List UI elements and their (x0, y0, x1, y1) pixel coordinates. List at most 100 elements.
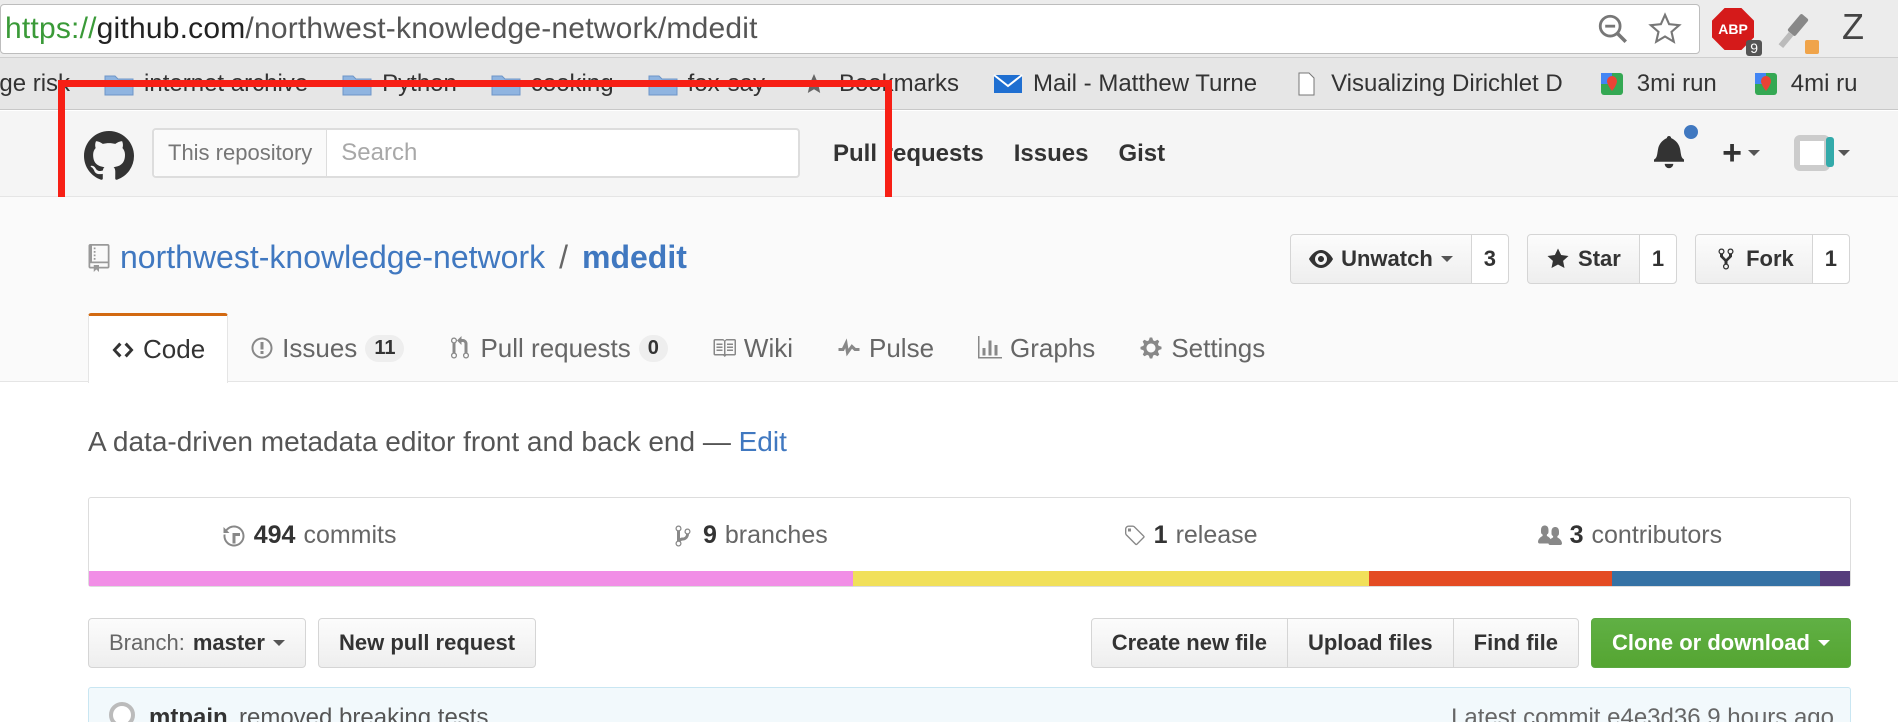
tab-settings[interactable]: Settings (1117, 313, 1287, 383)
branches-link[interactable]: 9 branches (529, 521, 969, 550)
language-bar-segment[interactable] (1820, 571, 1850, 586)
language-bar-segment[interactable] (853, 571, 1370, 586)
bookmark-folder[interactable]: internet archive (104, 70, 308, 98)
tab-code[interactable]: Code (88, 313, 229, 383)
bookmark-label: Visualizing Dirichlet D (1331, 69, 1563, 97)
folder-icon (648, 75, 678, 95)
search-box: This repository (152, 128, 800, 178)
bookmark-label: 4mi ru (1790, 69, 1858, 97)
bookmark-folder[interactable]: cooking (491, 70, 614, 98)
url-bar[interactable]: https://github.com/northwest-knowledge-n… (0, 4, 1700, 54)
commits-label: commits (303, 521, 397, 549)
bookmark-label: Bookmarks (838, 69, 959, 97)
chevron-down-icon (1748, 150, 1760, 156)
contributors-link[interactable]: 3 contributors (1410, 521, 1850, 550)
eye-icon (1309, 250, 1334, 268)
clone-or-download-button[interactable]: Clone or download (1591, 618, 1851, 668)
repo-owner-link[interactable]: northwest-knowledge-network (120, 239, 545, 276)
bookmark-item[interactable]: Mail - Matthew Turne (993, 70, 1257, 98)
star-button[interactable]: Star (1528, 235, 1640, 283)
nav-gist[interactable]: Gist (1118, 140, 1165, 168)
code-icon (112, 342, 134, 357)
commit-message-link[interactable]: removed breaking tests (239, 704, 488, 722)
book-icon (713, 339, 736, 357)
url-host: github.com (96, 12, 246, 45)
language-bar-segment[interactable] (1612, 571, 1821, 586)
file-navigation: Branch: master New pull request Create n… (88, 618, 1851, 668)
commits-link[interactable]: 494 commits (89, 521, 529, 550)
upload-files-button[interactable]: Upload files (1286, 618, 1454, 668)
repo-header: northwest-knowledge-network / mdedit Unw… (0, 197, 1898, 383)
star-label: Star (1578, 246, 1621, 271)
create-new-menu[interactable]: + (1722, 134, 1760, 173)
language-bar[interactable] (89, 571, 1850, 586)
adblock-count: 9 (1746, 40, 1762, 56)
mail-icon (993, 73, 1023, 93)
unwatch-button[interactable]: Unwatch (1291, 235, 1472, 283)
eyedropper-extension-icon[interactable] (1775, 8, 1823, 56)
notifications-bell-icon[interactable] (1654, 123, 1701, 173)
issues-counter: 11 (365, 334, 405, 362)
releases-link[interactable]: 1 release (970, 521, 1410, 550)
repo-description: A data-driven metadata editor front and … (88, 426, 787, 458)
adblock-extension-icon[interactable]: ABP 9 (1712, 8, 1762, 56)
gear-icon (1140, 337, 1162, 359)
bookmark-folder[interactable]: fox-say (648, 70, 765, 98)
folder-icon (491, 75, 521, 95)
commit-author-link[interactable]: mtpain (149, 704, 228, 722)
folder-icon (342, 75, 372, 95)
language-bar-segment[interactable] (1369, 571, 1613, 586)
pulse-icon (838, 338, 860, 357)
bookmark-item[interactable]: nge risk (0, 70, 70, 98)
maps-icon (1600, 72, 1623, 95)
tab-issues[interactable]: Issues 11 (228, 313, 426, 383)
issue-icon (251, 337, 273, 359)
history-icon (223, 525, 245, 546)
search-input[interactable] (327, 130, 798, 176)
github-header: This repository Pull requests Issues Gis… (0, 111, 1898, 197)
branch-prefix: Branch: (109, 630, 185, 655)
edit-description-link[interactable]: Edit (739, 426, 787, 457)
user-menu[interactable] (1794, 135, 1850, 171)
browser-toolbar: https://github.com/northwest-knowledge-n… (0, 0, 1898, 58)
clone-label: Clone or download (1612, 630, 1810, 655)
stargazers-count[interactable]: 1 (1639, 235, 1677, 283)
tab-graphs[interactable]: Graphs (956, 313, 1117, 383)
create-new-file-button[interactable]: Create new file (1090, 618, 1288, 668)
zoom-out-icon[interactable] (1596, 12, 1630, 46)
fork-button[interactable]: Fork (1696, 235, 1813, 283)
bookmark-label: nge risk (0, 69, 71, 97)
tab-label: Issues (282, 332, 358, 363)
tab-pull-requests[interactable]: Pull requests 0 (426, 313, 689, 383)
folder-icon (104, 75, 134, 95)
bookmark-item[interactable]: Visualizing Dirichlet D (1291, 70, 1563, 98)
branch-icon (675, 525, 691, 546)
bookmark-item[interactable]: 4mi ru (1751, 69, 1858, 98)
repo-name-link[interactable]: mdedit (582, 239, 687, 276)
bookmark-item[interactable]: Bookmarks (799, 70, 959, 98)
bookmark-folder[interactable]: Python (342, 70, 457, 98)
nav-issues[interactable]: Issues (1014, 140, 1089, 168)
nav-pull-requests[interactable]: Pull requests (833, 140, 984, 168)
header-nav: Pull requests Issues Gist (833, 140, 1165, 168)
branch-name: master (192, 630, 265, 655)
bookmark-item[interactable]: 3mi run (1597, 70, 1717, 98)
new-pull-request-button[interactable]: New pull request (317, 618, 537, 668)
branch-select-button[interactable]: Branch: master (88, 618, 306, 668)
watchers-count[interactable]: 3 (1471, 235, 1509, 283)
forks-count[interactable]: 1 (1812, 235, 1849, 283)
tab-wiki[interactable]: Wiki (690, 313, 815, 383)
star-icon (803, 73, 824, 93)
fork-button-group: Fork 1 (1695, 234, 1850, 284)
bookmark-label: fox-say (687, 69, 765, 97)
z-extension-icon[interactable]: Z (1842, 6, 1864, 48)
github-logo-icon[interactable] (84, 131, 134, 181)
watch-button-group: Unwatch 3 (1290, 234, 1510, 284)
repo-title: northwest-knowledge-network / mdedit (88, 239, 687, 276)
tab-pulse[interactable]: Pulse (815, 313, 956, 383)
chevron-down-icon (1440, 256, 1453, 262)
star-button-group: Star 1 (1527, 234, 1678, 284)
find-file-button[interactable]: Find file (1452, 618, 1579, 668)
language-bar-segment[interactable] (89, 571, 854, 586)
bookmark-star-icon[interactable] (1648, 12, 1682, 46)
